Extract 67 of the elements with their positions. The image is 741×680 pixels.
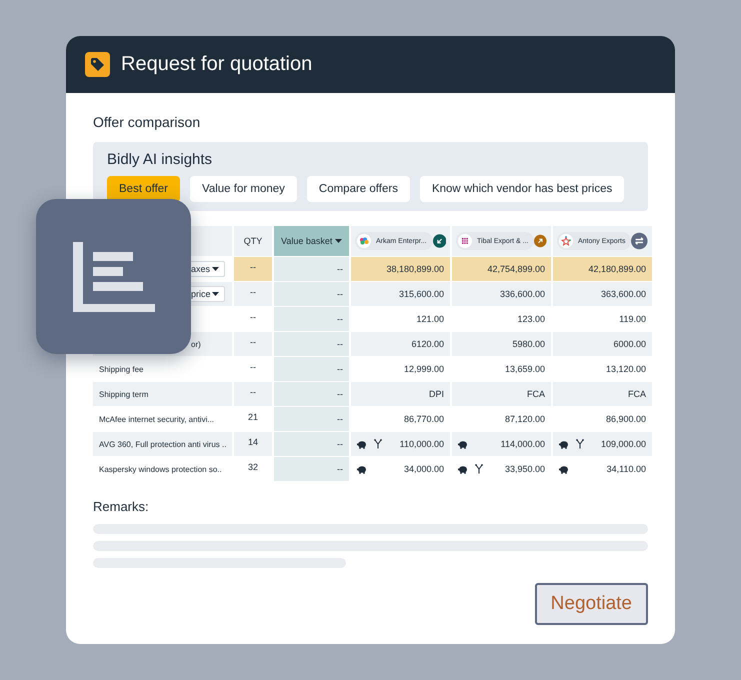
caret-icon [335,239,342,243]
table-cell: 42,180,899.00 [588,264,646,274]
table-cell: -- [337,364,343,374]
table-cell: FCA [628,389,646,399]
section-title: Offer comparison [93,114,202,130]
table-cell: 86,770.00 [404,414,444,424]
table-cell: -- [337,339,343,349]
table-cell: 42,754,899.00 [487,264,545,274]
table-cell: 12,999.00 [404,364,444,374]
insight-chip[interactable]: Know which vendor has best prices [420,176,624,202]
table-cell: 33,950.00 [504,464,545,474]
row-dropdown[interactable]: axes [190,261,225,277]
row-label: Kaspersky windows protection so.. [99,464,222,474]
table-cell: 6000.00 [613,339,646,349]
caret-icon [212,292,219,296]
table-cell: 121.00 [416,314,444,324]
negotiate-button[interactable]: Negotiate [534,583,648,625]
table-cell: -- [337,439,343,449]
remarks-label: Remarks: [93,499,150,514]
table-cell: 363,600.00 [600,289,646,299]
table-cell: 123.00 [517,314,545,324]
tag-icon [85,52,110,77]
table-cell: 13,120.00 [606,364,646,374]
table-cell: 114,000.00 [500,439,545,449]
column-header: QTY [244,236,262,246]
row-label: Shipping term [99,390,148,398]
table-cell: 336,600.00 [500,289,545,299]
window-title: Request for quotation [121,53,312,76]
table-cell: 6120.00 [411,339,444,349]
insight-chip[interactable]: Value for money [190,176,297,202]
star-logo-icon [559,234,573,248]
row-label: AVG 360, Full protection anti virus .. [99,440,226,448]
dot-grid-logo-icon [458,234,472,248]
table-cell: 119.00 [619,314,646,324]
table-cell: 5980.00 [512,339,545,349]
table-cell: 86,900.00 [606,414,646,424]
table-cell: 315,600.00 [398,289,444,299]
table-cell: FCA [527,389,545,399]
table-cell: -- [337,414,343,424]
table-cell: -- [337,314,343,324]
table-cell: -- [234,332,272,356]
table-cell: 14 [234,432,272,456]
table-cell: 38,180,899.00 [386,264,444,274]
table-cell: -- [337,389,343,399]
table-cell: -- [337,264,343,274]
row-label: Shipping fee [99,364,144,374]
table-cell: -- [337,289,343,299]
panel-title: Bidly AI insights [107,151,214,168]
table-cell: -- [234,382,272,406]
table-cell: 34,000.00 [404,464,444,474]
table-cell: 109,000.00 [600,439,646,449]
table-cell: 13,659.00 [504,364,545,374]
insight-chip[interactable]: Compare offers [306,176,410,202]
column-dropdown[interactable]: Value basket [274,226,349,256]
table-cell: 110,000.00 [400,439,444,449]
table-cell: -- [337,464,343,474]
row-label: McAfee internet security, antivi... [99,414,214,424]
bar-chart-icon [72,242,154,312]
flower-logo-icon [357,234,371,248]
row-dropdown[interactable]: price [190,286,225,302]
table-cell: 87,120.00 [504,414,545,424]
table-cell: -- [234,257,272,281]
table-cell: 34,110.00 [606,464,646,474]
row-label: or) [191,340,201,348]
table-cell: -- [234,282,272,306]
caret-icon [212,267,219,271]
table-cell: DPI [428,389,444,399]
